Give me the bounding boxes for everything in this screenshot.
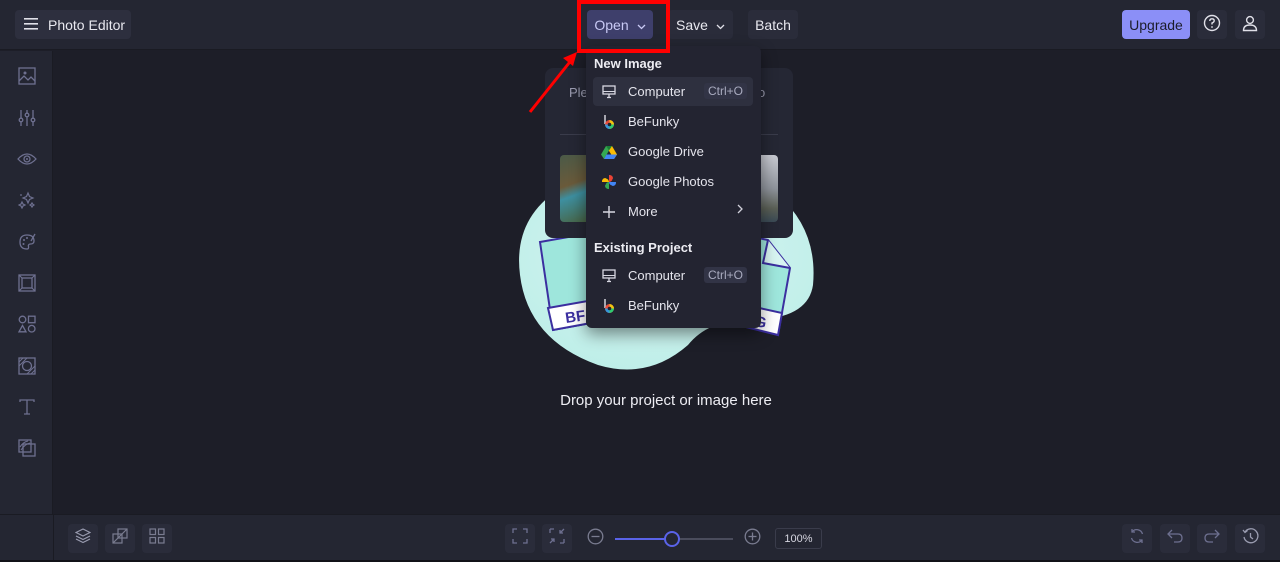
sidebar-item-image-manager[interactable] [16,66,38,90]
menu-item-label: More [628,204,658,219]
google-photos-icon [601,174,617,190]
undo-button[interactable] [1160,524,1190,553]
section-header-new-image: New Image [594,56,662,71]
zoom-out-button[interactable] [580,524,610,553]
palette-icon [18,233,36,256]
sidebar-item-effects[interactable] [16,190,38,214]
menu-item-label: Computer [628,268,686,283]
eye-icon [17,152,37,171]
befunky-icon [601,298,617,314]
history-button[interactable] [1235,524,1265,553]
menu-item-label: Google Photos [628,174,715,189]
frame-icon [18,273,36,297]
illustration-left-label: BF [564,307,586,327]
app-title: Photo Editor [48,16,126,33]
plus-icon [601,204,617,220]
google-drive-icon [601,144,617,160]
shortcut-badge: Ctrl+O [703,83,747,99]
zoom-percentage-input[interactable]: 100% [775,528,822,549]
chevron-right-icon [737,203,743,217]
image-icon [18,66,36,90]
textures-icon [18,438,36,462]
sidebar-item-artsy[interactable] [16,233,38,255]
help-button[interactable] [1197,10,1227,39]
help-icon [1203,14,1221,35]
grid-icon [149,528,165,549]
monitor-icon [601,268,617,284]
zoom-slider[interactable] [615,531,733,547]
open-dropdown-menu: New Image Computer Ctrl+O BeFunky Google… [586,46,761,328]
divider [53,515,54,561]
zoom-in-button[interactable] [737,524,767,553]
layers-button[interactable] [68,524,98,553]
text-icon [18,398,36,421]
chevron-down-icon [637,17,646,33]
open-button[interactable]: Open [587,10,653,39]
shapes-icon [17,315,36,338]
refresh-icon [1129,528,1145,549]
zoom-slider-thumb[interactable] [663,531,680,547]
redo-icon [1204,529,1220,548]
history-icon [1241,527,1259,550]
menu-button[interactable]: Photo Editor [15,10,131,39]
undo-icon [1167,529,1183,548]
befunky-icon [601,114,617,130]
grid-view-button[interactable] [142,524,172,553]
bottom-toolbar: 100% [0,514,1280,561]
menu-item-label: Computer [628,84,686,99]
sidebar-item-graphics[interactable] [16,315,38,337]
save-label: Save [676,16,708,33]
menu-item-label: BeFunky [628,114,680,129]
menu-item-new-computer[interactable]: Computer Ctrl+O [593,77,753,106]
user-icon [1242,15,1258,35]
card-text-left: Ple [569,85,588,100]
save-button[interactable]: Save [668,10,733,39]
hamburger-icon [24,17,38,33]
zoom-out-icon [587,528,604,550]
sidebar-item-touch-up[interactable] [16,150,38,172]
menu-item-more[interactable]: More [593,197,753,226]
menu-item-existing-befunky[interactable]: BeFunky [593,291,753,320]
reset-button[interactable] [1122,524,1152,553]
chevron-down-icon [716,17,725,33]
compare-button[interactable] [105,524,135,553]
menu-item-google-drive[interactable]: Google Drive [593,137,753,166]
top-bar: Photo Editor Open Save Batch Upgrade [0,0,1280,50]
section-header-existing-project: Existing Project [594,240,693,255]
fullscreen-icon [512,528,528,549]
menu-item-new-befunky[interactable]: BeFunky [593,107,753,136]
actual-size-button[interactable] [542,524,572,553]
redo-button[interactable] [1197,524,1227,553]
sidebar-item-overlays[interactable] [16,356,38,380]
overlay-icon [18,356,36,380]
monitor-icon [601,84,617,100]
zoom-in-icon [744,528,761,550]
upgrade-button[interactable]: Upgrade [1122,10,1190,39]
sliders-icon [18,109,36,132]
layers-icon [74,528,92,549]
menu-item-google-photos[interactable]: Google Photos [593,167,753,196]
batch-button[interactable]: Batch [748,10,798,39]
open-label: Open [594,16,629,33]
shortcut-badge: Ctrl+O [703,267,747,283]
sidebar-item-edit[interactable] [16,109,38,131]
fit-to-screen-button[interactable] [505,524,535,553]
sidebar-item-textures[interactable] [16,438,38,462]
menu-item-label: Google Drive [628,144,704,159]
sidebar [0,51,53,514]
menu-item-existing-computer[interactable]: Computer Ctrl+O [593,261,753,290]
sidebar-item-frames[interactable] [16,273,38,297]
drop-hint: Drop your project or image here [560,392,772,409]
shrink-icon [549,528,565,549]
sidebar-item-text[interactable] [16,398,38,420]
menu-item-label: BeFunky [628,298,680,313]
compare-icon [112,528,128,549]
sparkles-icon [17,190,36,214]
user-button[interactable] [1235,10,1265,39]
